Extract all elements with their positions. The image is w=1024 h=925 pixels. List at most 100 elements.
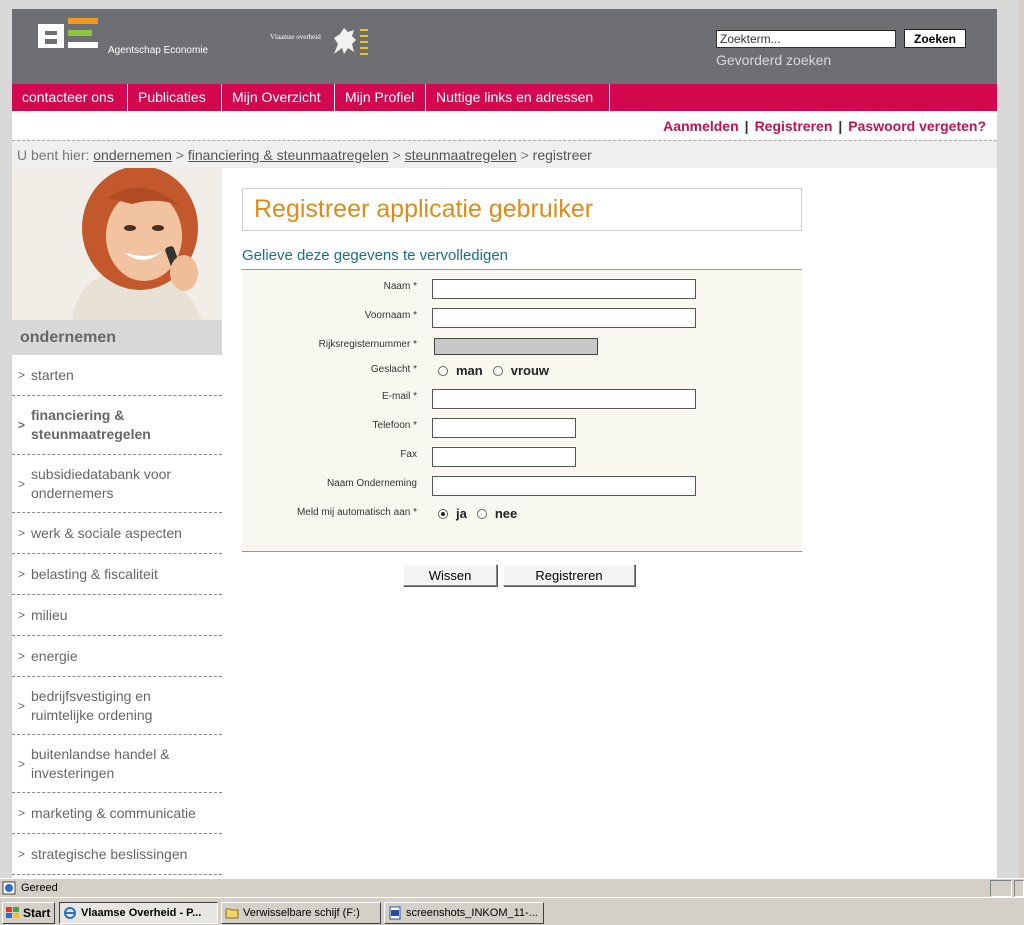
auto-login-nee-label: nee: [494, 506, 518, 521]
sidebar-item-buitenlandse-handel[interactable]: > buitenlandse handel & investeringen: [12, 735, 222, 793]
chevron-right-icon: >: [18, 806, 26, 820]
sidebar-section-title: ondernemen: [12, 320, 222, 355]
start-label: Start: [23, 906, 51, 920]
auto-login-ja-radio[interactable]: [438, 508, 448, 519]
voornaam-input[interactable]: [432, 308, 696, 328]
taskbar-item-label: Verwisselbare schijf (F:): [243, 907, 360, 919]
label-automatisch: Meld mij automatisch aan *: [296, 507, 417, 518]
breadcrumb: U bent hier: ondernemen > financiering &…: [12, 140, 997, 168]
sidebar-item-label: buitenlandse handel & investeringen: [31, 745, 170, 781]
sidebar-item-financiering[interactable]: > financiering & steunmaatregelen: [12, 396, 222, 455]
browser-viewport: Agentschap Economie Vlaamse overheid Zoe…: [0, 0, 1019, 878]
ae-logo[interactable]: [38, 18, 100, 56]
label-naam: Naam *: [383, 281, 417, 292]
taskbar-item-word[interactable]: screenshots_INKOM_11-...: [384, 902, 544, 924]
taskbar-item-browser[interactable]: Vlaamse Overheid - P...: [59, 902, 218, 924]
sidebar-item-belasting[interactable]: > belasting & fiscaliteit: [12, 554, 222, 595]
label-email: E-mail *: [381, 391, 417, 402]
sidebar-item-label: marketing & communicatie: [31, 805, 196, 821]
status-pane: [1014, 880, 1024, 897]
label-rijksregister: Rijksregisternummer *: [318, 339, 417, 350]
sidebar-item-label: bedrijfsvestiging en ruimtelijke ordenin…: [31, 687, 153, 723]
chevron-right-icon: >: [18, 418, 26, 432]
rijksregister-field: [434, 338, 598, 355]
nav-item-mijn-profiel[interactable]: Mijn Profiel: [335, 84, 426, 111]
register-submit-button[interactable]: Registreren: [503, 564, 635, 586]
breadcrumb-current: registreer: [532, 147, 592, 163]
search-input[interactable]: [716, 30, 896, 48]
auth-separator: |: [838, 118, 843, 134]
chevron-right-icon: >: [18, 608, 26, 622]
page: Agentschap Economie Vlaamse overheid Zoe…: [12, 9, 997, 878]
telefoon-input[interactable]: [432, 418, 576, 438]
main-nav: contacteer ons Publicaties Mijn Overzich…: [12, 84, 997, 111]
onderneming-input[interactable]: [432, 476, 696, 496]
sidebar-item-label: strategische beslissingen: [31, 846, 188, 862]
breadcrumb-item[interactable]: ondernemen: [93, 147, 172, 163]
sidebar-item-werk[interactable]: > werk & sociale aspecten: [12, 513, 222, 554]
ie-icon: [64, 907, 76, 919]
breadcrumb-separator: >: [520, 147, 529, 163]
auto-login-ja-label: ja: [456, 506, 467, 521]
login-link[interactable]: Aanmelden: [663, 118, 738, 134]
auto-login-nee-radio[interactable]: [476, 508, 487, 519]
logo-text: Agentschap Economie: [108, 45, 209, 56]
clear-button[interactable]: Wissen: [403, 564, 497, 586]
gender-man-radio[interactable]: [438, 365, 448, 376]
start-button[interactable]: Start: [2, 902, 55, 924]
sidebar-item-strategische[interactable]: > strategische beslissingen: [12, 834, 222, 875]
sidebar-item-subsidiedatabank[interactable]: > subsidiedatabank voor ondernemers: [12, 455, 222, 513]
forgot-password-link[interactable]: Paswoord vergeten?: [848, 118, 986, 134]
label-geslacht: Geslacht *: [370, 364, 417, 375]
ie-page-icon: [2, 881, 16, 895]
fax-input[interactable]: [432, 447, 576, 467]
sidebar-item-label: milieu: [31, 607, 68, 623]
chevron-right-icon: >: [18, 567, 26, 581]
breadcrumb-item[interactable]: financiering & steunmaatregelen: [188, 147, 389, 163]
sidebar-item-energie[interactable]: > energie: [12, 636, 222, 677]
nav-item-mijn-overzicht[interactable]: Mijn Overzicht: [222, 84, 335, 111]
breadcrumb-prefix: U bent hier:: [17, 147, 90, 163]
chevron-right-icon: >: [18, 476, 26, 491]
taskbar-item-label: screenshots_INKOM_11-...: [406, 907, 538, 919]
search-button[interactable]: Zoeken: [904, 29, 966, 48]
gender-vrouw-radio[interactable]: [492, 365, 503, 376]
registration-form: Naam * Voornaam * Rijksregisternummer * …: [242, 270, 802, 552]
naam-input[interactable]: [432, 279, 696, 299]
breadcrumb-item[interactable]: steunmaatregelen: [405, 147, 517, 163]
chevron-right-icon: >: [18, 698, 26, 713]
sidebar-item-milieu[interactable]: > milieu: [12, 595, 222, 636]
taskbar-item-folder[interactable]: Verwisselbare schijf (F:): [221, 902, 381, 924]
advanced-search-link[interactable]: Gevorderd zoeken: [716, 52, 831, 68]
sidebar-item-marketing[interactable]: > marketing & communicatie: [12, 793, 222, 834]
sidebar-item-label: starten: [31, 367, 74, 383]
sidebar-item-label: subsidiedatabank voor ondernemers: [31, 465, 172, 501]
sidebar-item-starten[interactable]: > starten: [12, 355, 222, 396]
windows-taskbar: Start Vlaamse Overheid - P... Verwisselb…: [0, 897, 1024, 925]
email-input[interactable]: [432, 389, 696, 409]
taskbar-item-label: Vlaamse Overheid - P...: [81, 907, 202, 919]
form-subtitle: Gelieve deze gegevens te vervolledigen: [242, 247, 802, 270]
flemish-lion-icon: [334, 28, 368, 55]
label-telefoon: Telefoon *: [372, 420, 417, 431]
label-voornaam: Voornaam *: [364, 310, 417, 321]
chevron-right-icon: >: [18, 368, 26, 382]
breadcrumb-separator: >: [392, 147, 401, 163]
windows-flag-icon: [6, 907, 19, 918]
gender-vrouw-label: vrouw: [510, 363, 550, 378]
auth-separator: |: [744, 118, 749, 134]
register-link[interactable]: Registreren: [755, 118, 833, 134]
sidebar-item-label: werk & sociale aspecten: [31, 525, 182, 541]
browser-status-bar: Gereed: [0, 878, 1024, 897]
chevron-right-icon: >: [18, 526, 26, 540]
sidebar-item-label: energie: [31, 648, 78, 664]
nav-item-publicaties[interactable]: Publicaties: [128, 84, 222, 111]
sidebar-item-bedrijfsvestiging[interactable]: > bedrijfsvestiging en ruimtelijke ordeni…: [12, 677, 222, 735]
label-fax: Fax: [400, 449, 417, 460]
nav-item-nuttige-links[interactable]: Nuttige links en adressen: [426, 84, 610, 111]
sidebar-item-label: belasting & fiscaliteit: [31, 566, 158, 582]
status-pane: [990, 880, 1012, 897]
chevron-right-icon: >: [18, 649, 26, 663]
status-text: Gereed: [21, 882, 58, 894]
nav-item-contact[interactable]: contacteer ons: [12, 84, 128, 111]
